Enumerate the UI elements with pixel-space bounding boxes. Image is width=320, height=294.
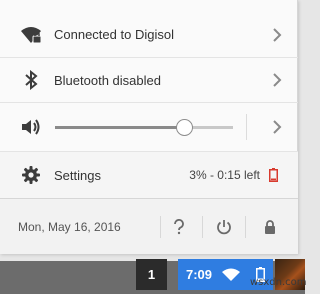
footer-row: Mon, May 16, 2016 (0, 198, 298, 254)
divider (202, 215, 203, 238)
divider (245, 215, 246, 238)
bluetooth-icon (20, 69, 42, 91)
divider (246, 114, 247, 140)
volume-row (0, 103, 298, 152)
volume-slider-knob[interactable] (176, 119, 194, 136)
bluetooth-label: Bluetooth disabled (54, 72, 161, 88)
clock: 7:09 (186, 267, 213, 282)
divider (160, 215, 161, 238)
date-label: Mon, May 16, 2016 (18, 219, 121, 234)
battery-low-icon (269, 168, 278, 182)
network-label: Connected to Digisol (54, 27, 174, 42)
bluetooth-row[interactable]: Bluetooth disabled (0, 58, 298, 103)
chevron-right-icon[interactable] (270, 118, 284, 136)
help-icon[interactable] (170, 218, 188, 236)
chevron-right-icon[interactable] (270, 71, 284, 89)
volume-icon[interactable] (20, 116, 42, 138)
system-tray-menu: Connected to Digisol Bluetooth disabled (0, 0, 298, 254)
wifi-icon (221, 267, 241, 287)
network-row[interactable]: Connected to Digisol (0, 12, 298, 58)
gear-icon (20, 164, 42, 186)
volume-slider-track[interactable] (55, 126, 233, 129)
lock-icon[interactable] (261, 218, 279, 236)
power-icon[interactable] (215, 218, 233, 236)
settings-label: Settings (54, 167, 101, 183)
settings-row[interactable]: Settings 3% - 0:15 left (0, 152, 298, 198)
wifi-lock-icon (20, 24, 42, 46)
notification-count-badge[interactable]: 1 (136, 259, 167, 290)
volume-slider-fill (55, 126, 185, 129)
watermark: wsxdn.com (250, 277, 307, 288)
chevron-right-icon[interactable] (270, 26, 284, 44)
battery-status: 3% - 0:15 left (189, 168, 260, 182)
